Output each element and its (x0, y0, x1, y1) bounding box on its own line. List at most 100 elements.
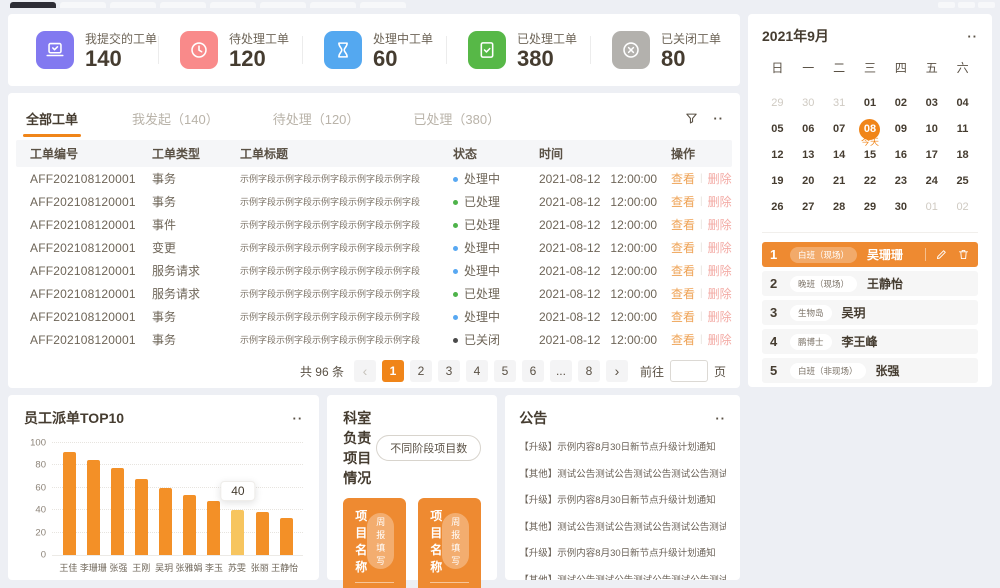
announcement-item[interactable]: 【升级】示例内容8月30日新节点升级计划通知 (519, 492, 726, 506)
calendar-day[interactable]: 18 (947, 142, 978, 168)
window-control-button[interactable] (958, 2, 975, 8)
weekly-report-button[interactable]: 周报填写 (367, 513, 394, 569)
next-page-button[interactable]: › (606, 360, 628, 382)
workorder-id: AFF202108120001 (30, 310, 152, 324)
calendar-day[interactable]: 08今天 (855, 116, 886, 142)
announcement-item[interactable]: 【其他】测试公告测试公告测试公告测试公告测试公告 (519, 572, 726, 581)
window-tab[interactable] (260, 2, 306, 8)
page-button-...[interactable]: ... (550, 360, 572, 382)
more-icon[interactable]: ·· (713, 112, 724, 125)
prev-page-button[interactable]: ‹ (354, 360, 376, 382)
page-button-4[interactable]: 4 (466, 360, 488, 382)
view-link[interactable]: 查看 (671, 239, 695, 256)
announcement-item[interactable]: 【其他】测试公告测试公告测试公告测试公告测试公告 (519, 466, 726, 480)
calendar-day[interactable]: 01 (855, 90, 886, 116)
shift-row[interactable]: 3生物岛吴玥 (762, 300, 978, 325)
stage-project-count-button[interactable]: 不同阶段项目数 (376, 435, 481, 461)
view-link[interactable]: 查看 (671, 170, 695, 187)
page-button-2[interactable]: 2 (410, 360, 432, 382)
view-link[interactable]: 查看 (671, 262, 695, 279)
delete-link[interactable]: 删除 (708, 239, 732, 256)
project-cards: 项目名称周报填写当前阶段实施阶段当前进度示例字段下一步计划示例字段计划启动时间2… (343, 498, 481, 588)
calendar-day[interactable]: 29 (855, 194, 886, 220)
calendar-day[interactable]: 17 (916, 142, 947, 168)
window-tab[interactable] (110, 2, 156, 8)
view-link[interactable]: 查看 (671, 193, 695, 210)
shift-row[interactable]: 2晚班（现场）王静怡 (762, 271, 978, 296)
page-button-6[interactable]: 6 (522, 360, 544, 382)
delete-link[interactable]: 删除 (708, 331, 732, 348)
calendar-day[interactable]: 20 (793, 168, 824, 194)
delete-link[interactable]: 删除 (708, 262, 732, 279)
view-link[interactable]: 查看 (671, 308, 695, 325)
calendar-day[interactable]: 22 (855, 168, 886, 194)
calendar-day[interactable]: 02 (885, 90, 916, 116)
calendar-day[interactable]: 01 (916, 194, 947, 220)
window-tab[interactable] (10, 2, 56, 8)
tab-我发起（140）[interactable]: 我发起（140） (132, 109, 219, 128)
more-icon[interactable]: ·· (967, 30, 978, 43)
announcement-item[interactable]: 【其他】测试公告测试公告测试公告测试公告测试公告 (519, 519, 726, 533)
announcement-item[interactable]: 【升级】示例内容8月30日新节点升级计划通知 (519, 439, 726, 453)
shift-row[interactable]: 1白班（现场）吴珊珊 (762, 242, 978, 267)
shift-row[interactable]: 4鹏博士李王峰 (762, 329, 978, 354)
window-tab[interactable] (60, 2, 106, 8)
delete-link[interactable]: 删除 (708, 308, 732, 325)
view-link[interactable]: 查看 (671, 331, 695, 348)
tab-全部工单[interactable]: 全部工单 (26, 109, 78, 128)
calendar-day[interactable]: 30 (885, 194, 916, 220)
window-control-button[interactable] (938, 2, 955, 8)
delete-link[interactable]: 删除 (708, 216, 732, 233)
calendar-day[interactable]: 26 (762, 194, 793, 220)
calendar-day[interactable]: 04 (947, 90, 978, 116)
calendar-day[interactable]: 14 (824, 142, 855, 168)
calendar-day[interactable]: 29 (762, 90, 793, 116)
calendar-day[interactable]: 30 (793, 90, 824, 116)
delete-link[interactable]: 删除 (708, 170, 732, 187)
window-control-button[interactable] (978, 2, 995, 8)
calendar-day[interactable]: 28 (824, 194, 855, 220)
window-tab[interactable] (160, 2, 206, 8)
weekly-report-button[interactable]: 周报填写 (442, 513, 469, 569)
tab-待处理（120）[interactable]: 待处理（120） (273, 109, 360, 128)
calendar-day[interactable]: 23 (885, 168, 916, 194)
calendar-day[interactable]: 06 (793, 116, 824, 142)
calendar-day[interactable]: 07 (824, 116, 855, 142)
calendar-day[interactable]: 13 (793, 142, 824, 168)
tab-已处理（380）[interactable]: 已处理（380） (413, 109, 500, 128)
window-tab[interactable] (360, 2, 406, 8)
calendar-day[interactable]: 24 (916, 168, 947, 194)
delete-link[interactable]: 删除 (708, 193, 732, 210)
announcement-item[interactable]: 【升级】示例内容8月30日新节点升级计划通知 (519, 545, 726, 559)
trash-icon[interactable] (957, 248, 970, 261)
calendar-day[interactable]: 11 (947, 116, 978, 142)
calendar-day[interactable]: 10 (916, 116, 947, 142)
view-link[interactable]: 查看 (671, 285, 695, 302)
calendar-day[interactable]: 31 (824, 90, 855, 116)
page-button-3[interactable]: 3 (438, 360, 460, 382)
more-icon[interactable]: ·· (293, 412, 304, 425)
calendar-day[interactable]: 27 (793, 194, 824, 220)
calendar-day[interactable]: 16 (885, 142, 916, 168)
calendar-day[interactable]: 25 (947, 168, 978, 194)
calendar-day[interactable]: 05 (762, 116, 793, 142)
window-tab[interactable] (310, 2, 356, 8)
view-link[interactable]: 查看 (671, 216, 695, 233)
page-button-5[interactable]: 5 (494, 360, 516, 382)
calendar-day[interactable]: 19 (762, 168, 793, 194)
page-button-1[interactable]: 1 (382, 360, 404, 382)
shift-row[interactable]: 5白班（非现场）张强 (762, 358, 978, 383)
calendar-day[interactable]: 21 (824, 168, 855, 194)
delete-link[interactable]: 删除 (708, 285, 732, 302)
page-button-8[interactable]: 8 (578, 360, 600, 382)
filter-icon[interactable] (684, 111, 699, 126)
calendar-day[interactable]: 09 (885, 116, 916, 142)
calendar-day[interactable]: 12 (762, 142, 793, 168)
window-tab[interactable] (210, 2, 256, 8)
calendar-day[interactable]: 15 (855, 142, 886, 168)
goto-page-input[interactable] (670, 360, 708, 382)
more-icon[interactable]: ·· (715, 412, 726, 425)
edit-icon[interactable] (935, 248, 948, 261)
calendar-day[interactable]: 03 (916, 90, 947, 116)
calendar-day[interactable]: 02 (947, 194, 978, 220)
